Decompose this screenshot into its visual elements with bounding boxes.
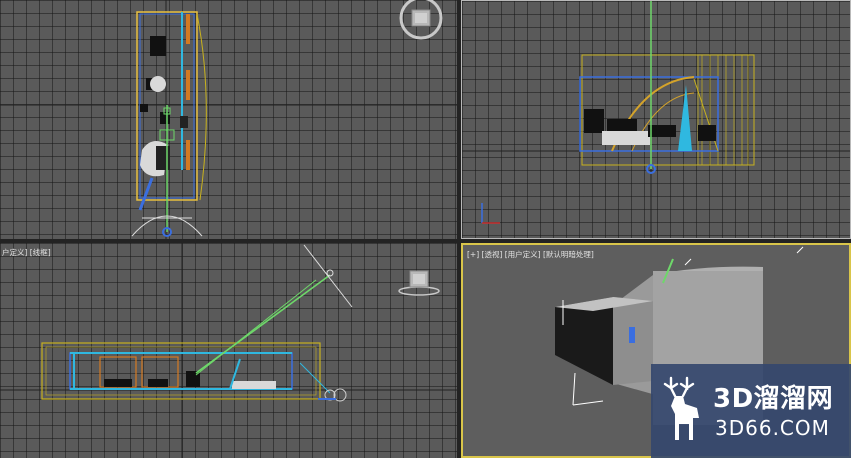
viewport-front[interactable] [461,0,851,239]
viewcube-icon[interactable] [396,267,442,297]
viewcube-icon[interactable] [397,0,447,42]
watermark: 3D溜溜网 3D66.COM [651,364,851,458]
front-view-scene [462,1,850,238]
deer-logo-icon [663,376,699,440]
watermark-brand: 3D溜溜网 [713,384,834,414]
viewport-top[interactable] [0,0,457,239]
viewport-divider-vertical[interactable] [457,0,461,458]
viewport-grid: 户定义] [线框] [+] [透视] [用户定义] [默认明暗处理] 3D溜溜网… [0,0,851,458]
viewport-divider-horizontal[interactable] [0,239,851,243]
axis-tripod-icon [481,203,500,224]
top-view-scene [0,0,457,239]
viewport-perspective-label[interactable]: [+] [透视] [用户定义] [默认明暗处理] [467,249,594,260]
left-view-scene [0,243,457,458]
watermark-url: 3D66.COM [715,416,830,440]
viewport-left[interactable]: 户定义] [线框] [0,243,457,458]
viewport-left-label[interactable]: 户定义] [线框] [2,247,51,258]
camera-icon [318,388,347,402]
